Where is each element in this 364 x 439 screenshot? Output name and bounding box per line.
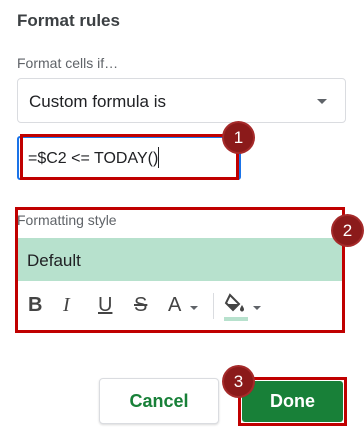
cancel-button[interactable]: Cancel xyxy=(99,378,219,424)
condition-selected-value: Custom formula is xyxy=(29,92,166,111)
formula-highlight-box xyxy=(20,134,239,180)
done-button[interactable]: Done xyxy=(242,381,343,422)
step-badge-3: 3 xyxy=(224,367,253,396)
step-badge-2: 2 xyxy=(333,216,362,245)
panel-title: Format rules xyxy=(17,11,120,30)
step-badge-1: 1 xyxy=(224,123,253,152)
condition-dropdown[interactable]: Custom formula is xyxy=(17,78,346,123)
chevron-down-icon xyxy=(317,99,327,104)
format-cells-if-label: Format cells if… xyxy=(17,55,119,71)
style-highlight-box xyxy=(15,207,345,333)
